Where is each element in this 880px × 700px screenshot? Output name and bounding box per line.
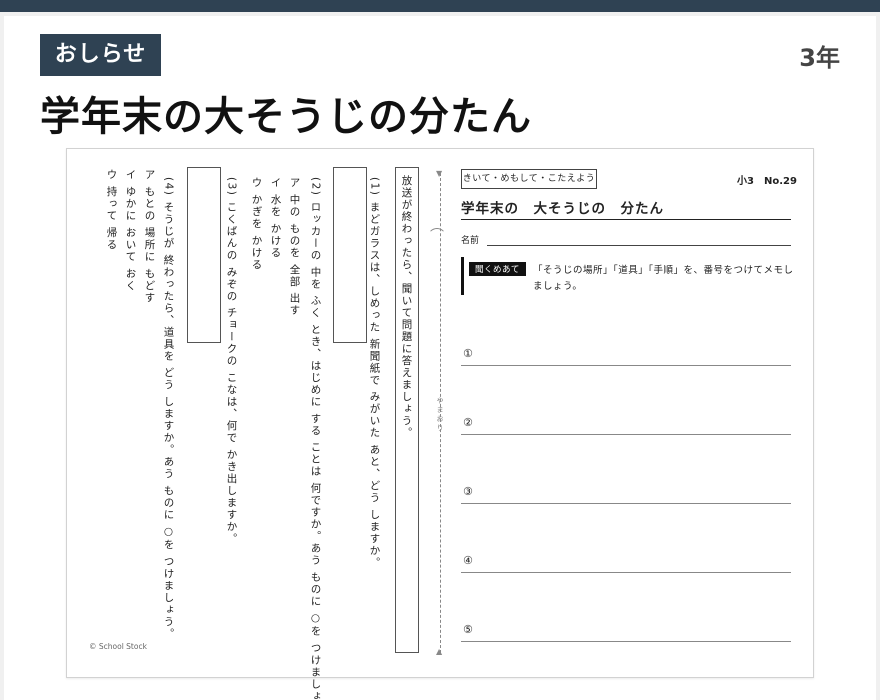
memo-slot-3-line[interactable] [461, 503, 791, 504]
top-bar [0, 0, 880, 12]
question-4: (4) そうじが 終わったら、道具を どう しますか。あう ものに ○を つけま… [162, 177, 175, 640]
memo-slot-1-number: ① [463, 347, 473, 360]
notice-badge: おしらせ [40, 34, 161, 76]
q4-option-b[interactable]: イ ゆかに おいて おく [125, 169, 137, 292]
memo-slot-3-number: ③ [463, 485, 473, 498]
memo-slot-5-number: ⑤ [463, 623, 473, 636]
copyright: © School Stock [89, 642, 147, 651]
question-1: (1) まどガラスは、しめった 新聞紙で みがいた あと、どう しますか。 [368, 177, 381, 569]
q2-option-b[interactable]: イ 水を かける [270, 177, 282, 259]
name-field[interactable] [487, 245, 791, 246]
fold-guide-icon: ⌒ [430, 228, 444, 244]
fold-arrow-bottom-icon: ▲ [436, 647, 443, 656]
answer-box-1[interactable] [333, 167, 367, 343]
memo-slot-5-line[interactable] [461, 641, 791, 642]
q2-option-c[interactable]: ウ かぎを かける [251, 177, 263, 271]
memo-slot-1-line[interactable] [461, 365, 791, 366]
sheet-title: 学年末の 大そうじの 分たん [461, 201, 664, 217]
intro-text: 放送が終わったら、聞いて問題に答えましょう。 [400, 175, 413, 439]
title-rule [461, 219, 791, 220]
memo-slot-4-line[interactable] [461, 572, 791, 573]
grade-label: 3年 [799, 44, 840, 72]
memo-slot-4-number: ④ [463, 554, 473, 567]
aim-bar [461, 257, 464, 295]
aim-tag: 聞くめあて [469, 262, 526, 276]
page-title: 学年末の大そうじの分たん [40, 94, 532, 140]
memo-slot-2-line[interactable] [461, 434, 791, 435]
question-2: (2) ロッカーの 中を ふく とき、はじめに する ことは 何ですか。あう も… [309, 177, 322, 700]
answer-box-3[interactable] [187, 167, 221, 343]
q4-option-a[interactable]: ア もとの 場所に もどす [144, 169, 156, 304]
fold-label: やまおり [436, 397, 444, 433]
q2-option-a[interactable]: ア 中の ものを 全部 出す [289, 177, 301, 316]
name-label: 名前 [461, 236, 480, 246]
memo-slot-2-number: ② [463, 416, 473, 429]
sheet-number: 小3 No.29 [737, 176, 797, 187]
q4-option-c[interactable]: ウ 持って 帰る [106, 169, 118, 251]
aim-text: 「そうじの場所」「道具」「手順」を、番号をつけてメモしましょう。 [533, 265, 794, 292]
question-3: (3) こくばんの みぞの チョークの こなは、何で かき出しますか。 [225, 177, 238, 545]
worksheet: 放送が終わったら、聞いて問題に答えましょう。 (1) まどガラスは、しめった 新… [66, 148, 814, 700]
instruction-box: きいて・めもして・こたえよう [461, 169, 597, 189]
